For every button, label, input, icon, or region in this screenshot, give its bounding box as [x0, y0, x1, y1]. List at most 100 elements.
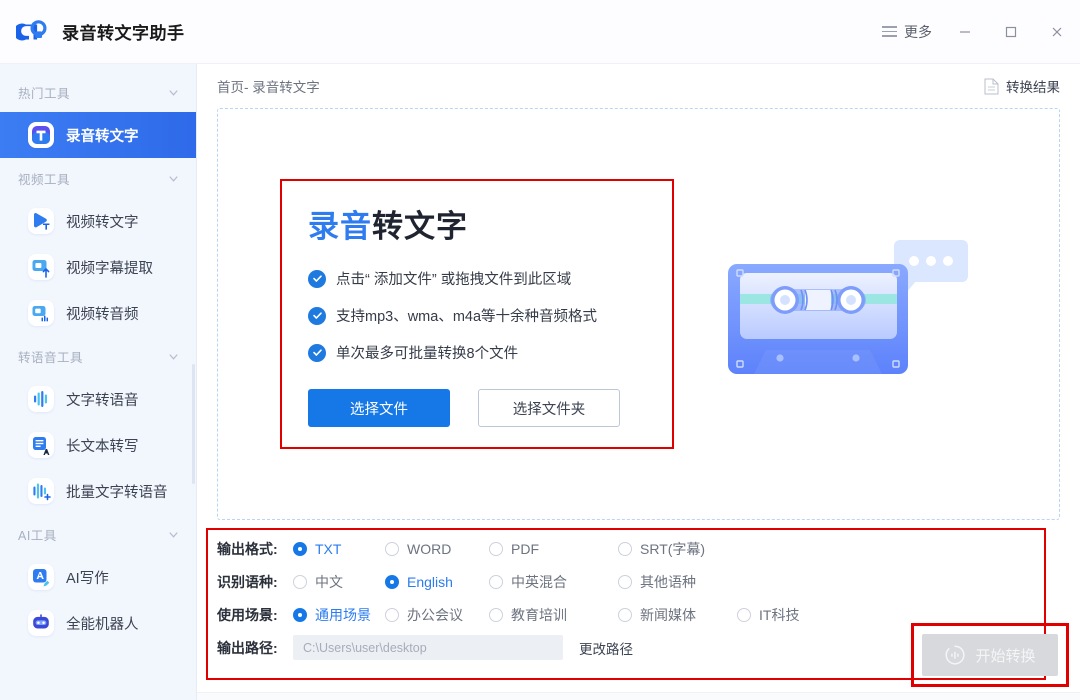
radio-icon: [618, 574, 632, 589]
sidebar-group-label: 视频工具: [18, 172, 71, 187]
radio-language-chinese[interactable]: 中文: [293, 572, 385, 592]
radio-language-other[interactable]: 其他语种: [618, 572, 696, 592]
sidebar-group-label: 转语音工具: [18, 350, 84, 365]
breadcrumb-bar: 首页- 录音转文字 转换结果: [217, 64, 1060, 108]
app-logo-icon: [13, 15, 50, 49]
more-menu-button[interactable]: 更多: [872, 16, 942, 48]
radio-label: WORD: [407, 540, 452, 557]
setting-label: 识别语种:: [217, 573, 278, 590]
page-title-highlight: 录音: [308, 209, 372, 244]
radio-icon: [385, 607, 399, 622]
conversion-result-label: 转换结果: [1006, 80, 1060, 95]
radio-label: TXT: [315, 540, 342, 557]
radio-label: 新闻媒体: [640, 606, 696, 623]
radio-format-txt[interactable]: TXT: [293, 541, 385, 557]
sidebar-item-label: 全能机器人: [66, 616, 139, 633]
change-path-button[interactable]: 更改路径: [579, 638, 633, 658]
sidebar-item-video-to-audio[interactable]: 视频转音频: [0, 290, 196, 336]
sidebar-item-label: AI写作: [66, 570, 109, 587]
radio-label: 通用场景: [315, 606, 371, 623]
bottom-edge: [197, 692, 1080, 700]
conversion-result-button[interactable]: 转换结果: [984, 76, 1060, 96]
sidebar-item-label: 视频转音频: [66, 306, 139, 323]
check-icon: [308, 306, 326, 325]
sidebar-item-label: 批量文字转语音: [66, 484, 168, 501]
radio-scene-office[interactable]: 办公会议: [385, 605, 489, 625]
sidebar-item-text-to-speech[interactable]: 文字转语音: [0, 376, 196, 422]
breadcrumb[interactable]: 首页- 录音转文字: [217, 76, 320, 96]
sidebar-group-ai[interactable]: AI工具: [0, 514, 196, 554]
app-window: 录音转文字助手 更多 热门工具 录音转文字 视频工具 视频转文字 视频字幕提取 …: [0, 0, 1080, 700]
app-brand: 录音转文字助手: [13, 15, 185, 49]
radio-language-mixed[interactable]: 中英混合: [489, 572, 618, 592]
sidebar-item-video-to-text[interactable]: 视频转文字: [0, 198, 196, 244]
setting-label: 输出格式:: [217, 540, 278, 557]
chevron-down-icon: [169, 353, 178, 360]
radio-label: English: [407, 573, 453, 590]
radio-label: 教育培训: [511, 606, 567, 623]
sidebar-item-video-subtitle-extract[interactable]: 视频字幕提取: [0, 244, 196, 290]
radio-label: SRT(字幕): [640, 540, 706, 557]
sidebar-group-tts[interactable]: 转语音工具: [0, 336, 196, 376]
radio-icon: [385, 541, 399, 556]
setting-row-language: 识别语种: 中文 English 中英混合 其他语种: [217, 565, 1060, 598]
radio-label: 中文: [315, 573, 343, 590]
radio-label: 中英混合: [511, 573, 567, 590]
setting-label: 使用场景:: [217, 606, 278, 623]
check-icon: [308, 269, 326, 288]
sidebar-group-label: AI工具: [18, 528, 57, 543]
file-dropzone[interactable]: 录音转文字 点击“ 添加文件” 或拖拽文件到此区域 支持mp3、wma、m4a等…: [217, 108, 1060, 520]
sidebar-scrollbar[interactable]: [192, 364, 195, 484]
hamburger-icon: [882, 26, 897, 37]
radio-icon: [737, 607, 751, 622]
radio-scene-education[interactable]: 教育培训: [489, 605, 618, 625]
radio-icon: [489, 574, 503, 589]
waveform-plus-icon: [28, 478, 54, 504]
select-file-button[interactable]: 选择文件: [308, 389, 450, 427]
chevron-down-icon: [169, 89, 178, 96]
chevron-down-icon: [169, 175, 178, 182]
sidebar-group-hot[interactable]: 热门工具: [0, 72, 196, 112]
sidebar: 热门工具 录音转文字 视频工具 视频转文字 视频字幕提取 视频转音频 转语音工具…: [0, 64, 197, 700]
app-body: 热门工具 录音转文字 视频工具 视频转文字 视频字幕提取 视频转音频 转语音工具…: [0, 64, 1080, 700]
maximize-button[interactable]: [988, 9, 1034, 55]
document-icon: [984, 78, 999, 94]
radio-scene-general[interactable]: 通用场景: [293, 605, 385, 625]
sidebar-item-long-text-transcribe[interactable]: 长文本转写: [0, 422, 196, 468]
feature-label: 点击“ 添加文件” 或拖拽文件到此区域: [336, 272, 572, 288]
sidebar-item-omni-robot[interactable]: 全能机器人: [0, 600, 196, 646]
radio-label: 其他语种: [640, 573, 696, 590]
sidebar-group-video[interactable]: 视频工具: [0, 158, 196, 198]
video-to-text-icon: [28, 208, 54, 234]
radio-format-srt[interactable]: SRT(字幕): [618, 539, 705, 559]
a-pencil-icon: [28, 564, 54, 590]
setting-label: 输出路径:: [217, 639, 278, 656]
radio-icon: [618, 607, 632, 622]
waveform-icon: [28, 386, 54, 412]
sidebar-item-label: 长文本转写: [66, 438, 139, 455]
radio-label: IT科技: [759, 606, 800, 623]
minimize-button[interactable]: [942, 9, 988, 55]
main-content: 首页- 录音转文字 转换结果 录音转文字 点击“ 添加文件” 或拖拽文件到此区域…: [197, 64, 1080, 700]
radio-label: PDF: [511, 540, 539, 557]
feature-item: 点击“ 添加文件” 或拖拽文件到此区域: [308, 268, 665, 289]
radio-icon: [293, 607, 307, 622]
radio-scene-it[interactable]: IT科技: [737, 605, 799, 625]
sidebar-item-label: 录音转文字: [66, 128, 139, 145]
title-bar: 录音转文字助手 更多: [0, 0, 1080, 64]
radio-label: 办公会议: [407, 606, 463, 623]
radio-language-english[interactable]: English: [385, 574, 489, 590]
page-title-rest: 转文字: [372, 209, 468, 244]
select-folder-button[interactable]: 选择文件夹: [478, 389, 620, 427]
sidebar-item-ai-writing[interactable]: AI写作: [0, 554, 196, 600]
video-to-audio-icon: [28, 300, 54, 326]
radio-format-word[interactable]: WORD: [385, 541, 489, 557]
sidebar-item-batch-text-to-speech[interactable]: 批量文字转语音: [0, 468, 196, 514]
radio-scene-news[interactable]: 新闻媒体: [618, 605, 737, 625]
robot-icon: [28, 610, 54, 636]
sidebar-item-audio-to-text[interactable]: 录音转文字: [0, 112, 196, 158]
sidebar-item-label: 视频字幕提取: [66, 260, 153, 277]
close-button[interactable]: [1034, 9, 1080, 55]
output-path-input[interactable]: [293, 635, 563, 660]
radio-format-pdf[interactable]: PDF: [489, 541, 618, 557]
